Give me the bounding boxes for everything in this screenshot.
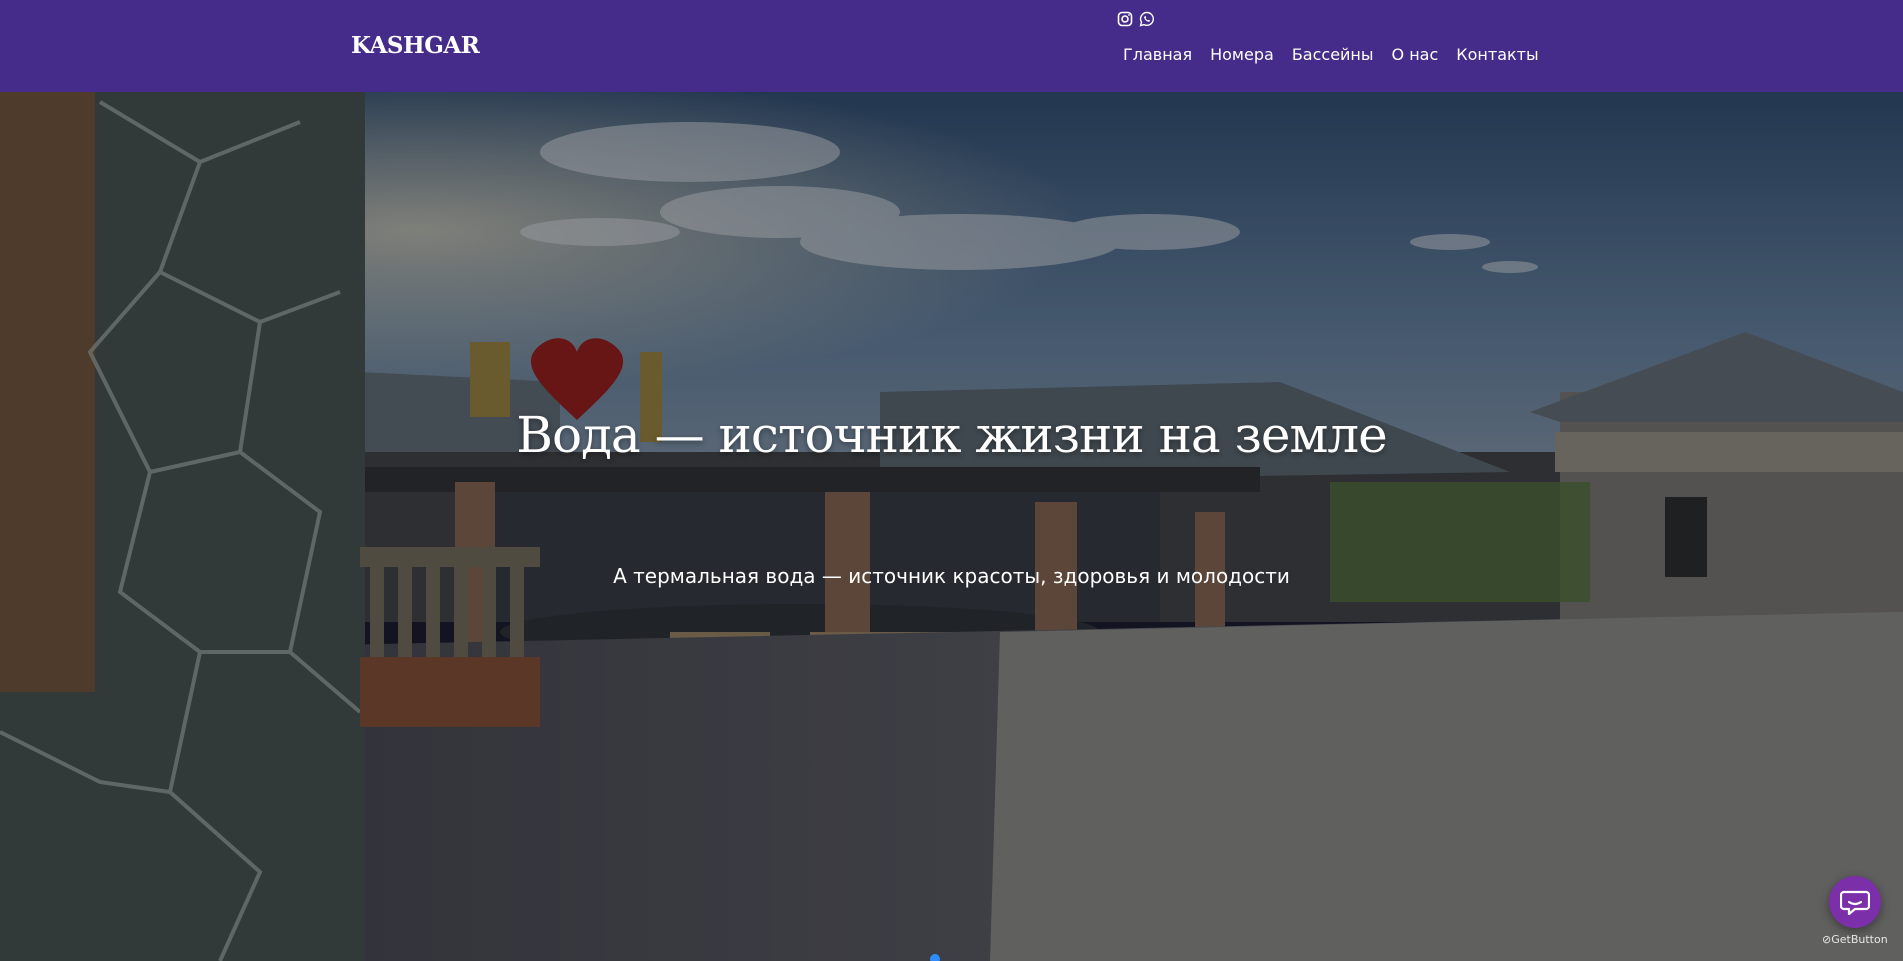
- nav-item-pools[interactable]: Бассейны: [1283, 45, 1383, 65]
- chat-bubble-icon: [1840, 890, 1870, 915]
- hero-slider: Вода — источник жизни на земле А термаль…: [0, 92, 1903, 961]
- instagram-icon[interactable]: [1117, 11, 1133, 27]
- slider-dot[interactable]: [930, 954, 940, 961]
- nav-item-contacts[interactable]: Контакты: [1447, 45, 1547, 65]
- site-header: KASHGAR Главная Номера Бассейны О нас Ко…: [0, 0, 1903, 92]
- hero-subtitle: А термальная вода — источник красоты, зд…: [613, 564, 1290, 588]
- chat-widget-button[interactable]: [1829, 876, 1881, 928]
- hero-background-image: [0, 92, 1903, 961]
- hero-title: Вода — источник жизни на земле: [516, 406, 1387, 464]
- nav-item-home[interactable]: Главная: [1114, 45, 1201, 65]
- getbutton-brand[interactable]: ⊘GetButton: [1822, 933, 1888, 946]
- logo[interactable]: KASHGAR: [351, 32, 480, 59]
- slider-pagination: [930, 954, 940, 961]
- getbutton-icon: ⊘: [1822, 933, 1832, 946]
- nav-item-rooms[interactable]: Номера: [1201, 45, 1283, 65]
- nav-item-about[interactable]: О нас: [1383, 45, 1448, 65]
- social-links: [1117, 11, 1155, 27]
- main-nav: Главная Номера Бассейны О нас Контакты: [1114, 45, 1548, 65]
- whatsapp-icon[interactable]: [1139, 11, 1155, 27]
- getbutton-label: GetButton: [1831, 933, 1888, 946]
